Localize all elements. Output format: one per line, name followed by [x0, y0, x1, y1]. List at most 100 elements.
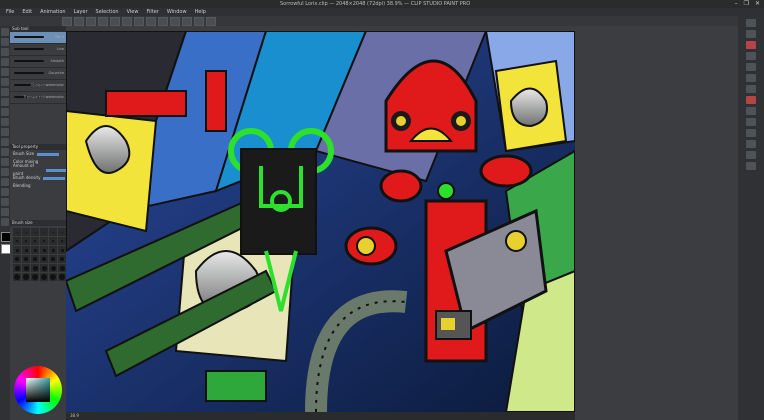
brush-size-cell[interactable]	[13, 273, 21, 281]
property-row[interactable]: Blending	[10, 182, 66, 190]
brush-size-cell[interactable]	[49, 246, 57, 254]
deselect-button[interactable]	[146, 16, 156, 26]
figure-tool-icon[interactable]	[1, 168, 9, 176]
brush-size-cell[interactable]	[13, 237, 21, 245]
new-file-button[interactable]	[62, 16, 72, 26]
color-set-icon[interactable]	[746, 85, 756, 93]
brush-item[interactable]: Transparent watercolor	[10, 92, 66, 104]
brush-size-cell[interactable]	[49, 273, 57, 281]
clear-button[interactable]	[122, 16, 132, 26]
open-button[interactable]	[74, 16, 84, 26]
brush-size-cell[interactable]	[31, 237, 39, 245]
brush-size-cell[interactable]	[58, 228, 66, 236]
guide-button[interactable]	[194, 16, 204, 26]
color-square[interactable]	[26, 378, 50, 402]
menu-view[interactable]: View	[127, 9, 139, 15]
brush-item[interactable]: Line	[10, 44, 66, 56]
ruler-tool-icon[interactable]	[1, 188, 9, 196]
menu-file[interactable]: File	[6, 9, 14, 15]
brush-size-cell[interactable]	[49, 237, 57, 245]
blend-tool-icon[interactable]	[1, 138, 9, 146]
panel-toggle-icon[interactable]	[746, 19, 756, 27]
eyedropper-tool-icon[interactable]	[1, 68, 9, 76]
brush-size-cell[interactable]	[58, 264, 66, 272]
sub-view-icon[interactable]	[746, 129, 756, 137]
save-button[interactable]	[86, 16, 96, 26]
close-button[interactable]: ✕	[755, 0, 760, 8]
correct-line-tool-icon[interactable]	[1, 218, 9, 226]
brush-size-cell[interactable]	[22, 228, 30, 236]
brush-size-cell[interactable]	[31, 273, 39, 281]
fill-tool-icon[interactable]	[1, 148, 9, 156]
brush-size-cell[interactable]	[31, 246, 39, 254]
redo-button[interactable]	[110, 16, 120, 26]
search-icon[interactable]	[746, 118, 756, 126]
brush-size-cell[interactable]	[31, 255, 39, 263]
menu-window[interactable]: Window	[167, 9, 187, 15]
navigator-icon[interactable]	[746, 30, 756, 38]
operation-tool-icon[interactable]	[1, 48, 9, 56]
decoration-tool-icon[interactable]	[1, 118, 9, 126]
frame-tool-icon[interactable]	[1, 178, 9, 186]
menu-layer[interactable]: Layer	[74, 9, 88, 15]
undo-button[interactable]	[98, 16, 108, 26]
brush-size-cell[interactable]	[13, 255, 21, 263]
eraser-tool-icon[interactable]	[1, 128, 9, 136]
brush-size-cell[interactable]	[40, 237, 48, 245]
snap-button[interactable]	[158, 16, 168, 26]
selection-tool-icon[interactable]	[1, 58, 9, 66]
menu-help[interactable]: Help	[195, 9, 206, 15]
property-row[interactable]: Amount of paint	[10, 163, 66, 176]
brush-size-cell[interactable]	[22, 255, 30, 263]
brush-size-cell[interactable]	[22, 246, 30, 254]
property-slider[interactable]	[45, 168, 66, 172]
brush-size-cell[interactable]	[13, 246, 21, 254]
auto-action-icon[interactable]	[746, 96, 756, 104]
brush-item[interactable]: Opaque watercolor	[10, 80, 66, 92]
move-tool-icon[interactable]	[1, 38, 9, 46]
zoom-tool-icon[interactable]	[1, 28, 9, 36]
brush-size-cell[interactable]	[40, 273, 48, 281]
maximize-button[interactable]: ❐	[744, 0, 749, 8]
property-row[interactable]: Brush Size	[10, 150, 66, 158]
brush-size-cell[interactable]	[58, 246, 66, 254]
brush-item[interactable]: Gouache	[10, 68, 66, 80]
brush-item[interactable]: Smooth	[10, 56, 66, 68]
brush-size-cell[interactable]	[40, 228, 48, 236]
grid-button[interactable]	[182, 16, 192, 26]
property-slider[interactable]	[43, 176, 66, 180]
brush-size-cell[interactable]	[31, 228, 39, 236]
brush-size-cell[interactable]	[58, 273, 66, 281]
brush-size-cell[interactable]	[40, 255, 48, 263]
gradient-tool-icon[interactable]	[1, 158, 9, 166]
brush-size-cell[interactable]	[49, 255, 57, 263]
approx-color-icon[interactable]	[746, 162, 756, 170]
timeline-icon[interactable]	[746, 151, 756, 159]
brush-size-cell[interactable]	[13, 228, 21, 236]
material-icon[interactable]	[746, 74, 756, 82]
property-row[interactable]: Brush density	[10, 174, 66, 182]
brush-size-cell[interactable]	[22, 264, 30, 272]
brush-size-cell[interactable]	[49, 264, 57, 272]
pencil-tool-icon[interactable]	[1, 88, 9, 96]
airbrush-tool-icon[interactable]	[1, 108, 9, 116]
brush-size-cell[interactable]	[22, 273, 30, 281]
brush-item[interactable]: Paint	[10, 32, 66, 44]
layer-property-icon[interactable]	[746, 41, 756, 49]
brush-size-cell[interactable]	[22, 237, 30, 245]
brush-size-cell[interactable]	[40, 246, 48, 254]
transform-button[interactable]	[134, 16, 144, 26]
pen-tool-icon[interactable]	[1, 78, 9, 86]
brush-size-cell[interactable]	[31, 264, 39, 272]
history-icon[interactable]	[746, 63, 756, 71]
menu-edit[interactable]: Edit	[22, 9, 32, 15]
property-slider[interactable]	[37, 152, 60, 156]
info-icon[interactable]	[746, 140, 756, 148]
text-tool-icon[interactable]	[1, 198, 9, 206]
brush-size-cell[interactable]	[13, 264, 21, 272]
ruler-button[interactable]	[170, 16, 180, 26]
layer-icon[interactable]	[746, 52, 756, 60]
drawing-canvas[interactable]	[66, 31, 575, 412]
brush-size-cell[interactable]	[40, 264, 48, 272]
menu-selection[interactable]: Selection	[96, 9, 119, 15]
